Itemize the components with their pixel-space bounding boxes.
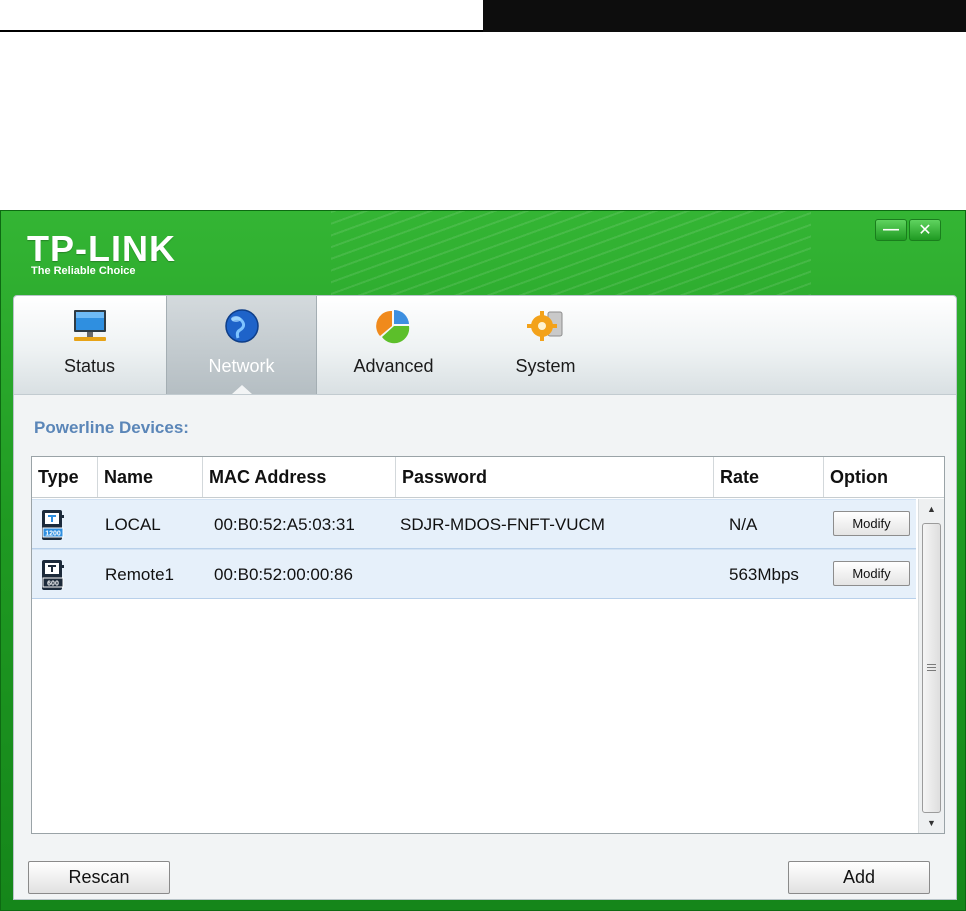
tab-advanced-label: Advanced (353, 356, 434, 376)
type-badge: 600 (47, 581, 59, 588)
modify-button[interactable]: Modify (833, 511, 910, 536)
tab-network[interactable]: Network (166, 296, 317, 394)
table-header: Type Name MAC Address Password Rate Opti… (32, 457, 944, 498)
column-header-type[interactable]: Type (32, 457, 98, 497)
document-header-rule (0, 30, 483, 32)
rescan-button[interactable]: Rescan (28, 861, 170, 894)
device-password: SDJR-MDOS-FNFT-VUCM (400, 515, 605, 534)
column-header-rate[interactable]: Rate (714, 457, 824, 497)
tab-network-label: Network (208, 356, 275, 376)
powerline-600-icon: 600 (41, 559, 65, 596)
scroll-up-icon[interactable]: ▲ (919, 499, 944, 519)
device-name: LOCAL (105, 515, 161, 534)
section-title: Powerline Devices: (34, 418, 189, 437)
minimize-icon: — (883, 221, 899, 238)
scroll-down-icon[interactable]: ▼ (919, 813, 944, 833)
column-header-option[interactable]: Option (824, 457, 944, 497)
column-header-password[interactable]: Password (396, 457, 714, 497)
powerline-1200-icon: 1200 (41, 509, 65, 546)
tab-status[interactable]: Status (14, 296, 165, 394)
modify-button[interactable]: Modify (833, 561, 910, 586)
device-name: Remote1 (105, 565, 174, 584)
table-row[interactable]: 1200 LOCAL 00:B0:52:A5:03:31 SDJR-MDOS-F… (32, 499, 916, 549)
tab-toolbar: Status Network Advanced System (14, 296, 956, 395)
close-icon: ✕ (918, 222, 932, 239)
tab-system[interactable]: System (470, 296, 621, 394)
vertical-scrollbar[interactable]: ▲ ▼ (918, 499, 944, 833)
logo-text: TP-LINK (27, 228, 176, 269)
main-panel: Status Network Advanced System Powerline… (13, 295, 957, 900)
column-header-name[interactable]: Name (98, 457, 203, 497)
tab-advanced[interactable]: Advanced (318, 296, 469, 394)
pie-chart-icon (374, 308, 414, 344)
app-window: TP-LINK The Reliable Choice — ✕ Status N… (0, 210, 966, 911)
column-header-mac[interactable]: MAC Address (203, 457, 396, 497)
tab-system-label: System (515, 356, 576, 376)
device-mac: 00:B0:52:00:00:86 (214, 565, 353, 584)
monitor-icon (70, 308, 110, 344)
type-badge: 1200 (45, 531, 61, 538)
document-header-bar (483, 0, 966, 32)
table-row[interactable]: 600 Remote1 00:B0:52:00:00:86 563Mbps Mo… (32, 549, 916, 599)
globe-icon (222, 308, 262, 344)
device-rate: 563Mbps (729, 565, 799, 584)
close-button[interactable]: ✕ (909, 219, 941, 241)
scroll-thumb[interactable] (922, 523, 941, 813)
tp-link-logo: TP-LINK The Reliable Choice (27, 228, 176, 278)
grip-icon (927, 664, 936, 673)
minimize-button[interactable]: — (875, 219, 907, 241)
device-mac: 00:B0:52:A5:03:31 (214, 515, 355, 534)
tab-status-label: Status (63, 356, 116, 376)
devices-table: Type Name MAC Address Password Rate Opti… (31, 456, 945, 834)
device-rate: N/A (729, 515, 758, 534)
gear-icon (526, 308, 566, 344)
add-button[interactable]: Add (788, 861, 930, 894)
